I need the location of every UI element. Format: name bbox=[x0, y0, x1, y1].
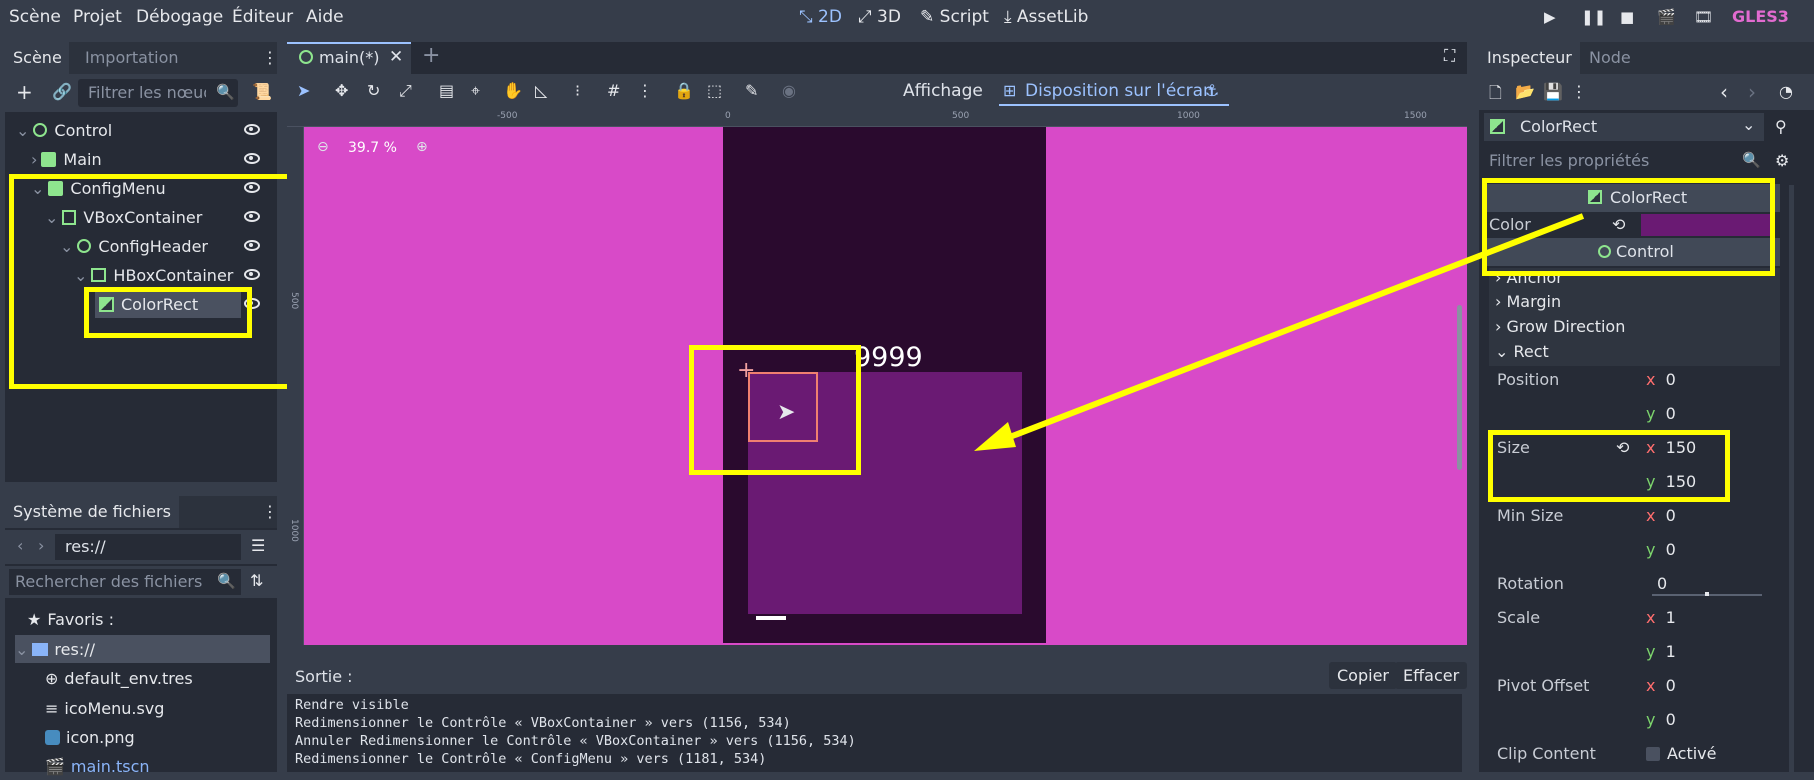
annotation-arrow-head bbox=[974, 422, 1016, 451]
annotation-arrow bbox=[974, 213, 1585, 451]
annotation-arrow-line bbox=[1000, 213, 1585, 443]
